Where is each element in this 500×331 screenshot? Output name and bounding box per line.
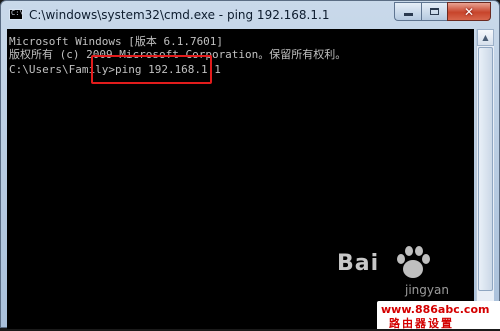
close-icon: ✕ [463,4,475,19]
vertical-scrollbar[interactable]: ▲ ▼ [476,29,494,329]
baidu-watermark: Bai [337,251,380,276]
baidu-paw-icon [397,246,430,278]
minimize-button[interactable] [394,2,421,21]
maximize-button[interactable] [421,2,447,21]
scroll-up-button[interactable]: ▲ [477,29,494,46]
jingyan-watermark: jingyan [405,283,449,297]
caption-buttons: ✕ [394,2,491,21]
close-button[interactable]: ✕ [447,2,491,21]
minimize-icon [403,13,413,16]
scroll-up-icon: ▲ [482,33,489,42]
banner-name: 路由器设置 [389,317,454,330]
console-output[interactable]: Microsoft Windows [版本 6.1.7601] 版权所有 (c)… [7,29,474,329]
window-title: C:\windows\system32\cmd.exe - ping 192.1… [29,8,330,22]
command-highlight-box [91,55,212,84]
cmd-app-icon[interactable]: C:\ [9,9,24,20]
cmd-window: C:\ C:\windows\system32\cmd.exe - ping 1… [0,0,500,330]
title-bar[interactable]: C:\ C:\windows\system32\cmd.exe - ping 1… [1,1,499,29]
scrollbar-thumb[interactable] [478,47,493,291]
maximize-icon [430,8,439,15]
